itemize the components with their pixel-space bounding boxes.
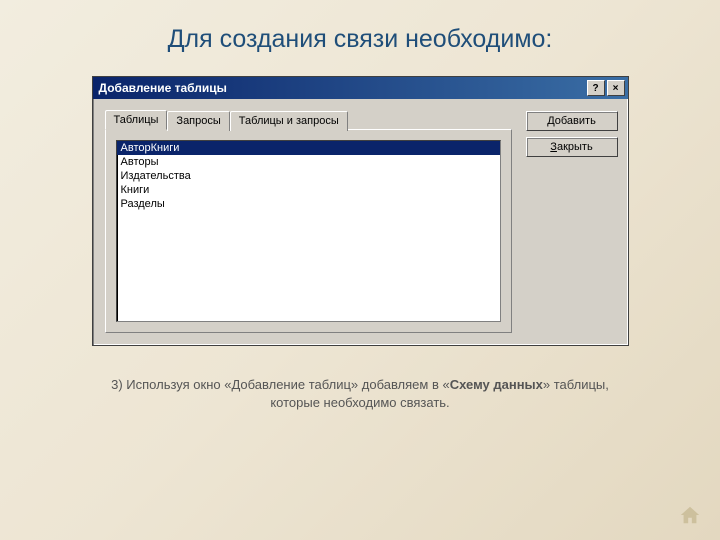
help-button[interactable]: ? bbox=[587, 80, 605, 96]
slide-caption: 3) Используя окно «Добавление таблиц» до… bbox=[100, 376, 620, 412]
list-item[interactable]: АвторКниги bbox=[117, 141, 500, 155]
slide-title: Для создания связи необходимо: bbox=[0, 0, 720, 66]
close-button[interactable]: × bbox=[607, 80, 625, 96]
tab-panel: АвторКниги Авторы Издательства Книги Раз… bbox=[105, 129, 512, 333]
home-icon[interactable] bbox=[678, 504, 702, 526]
tab-tables[interactable]: Таблицы bbox=[105, 110, 168, 130]
tab-queries[interactable]: Запросы bbox=[167, 111, 229, 131]
button-label-rest: акрыть bbox=[557, 141, 593, 153]
tab-both[interactable]: Таблицы и запросы bbox=[230, 111, 348, 131]
button-accel: Д bbox=[547, 115, 555, 127]
dialog-add-table: Добавление таблицы ? × Таблицы Запросы Т… bbox=[92, 76, 629, 346]
dialog-body: Таблицы Запросы Таблицы и запросы АвторК… bbox=[93, 99, 628, 345]
button-accel: З bbox=[550, 141, 557, 153]
list-item[interactable]: Авторы bbox=[117, 155, 500, 169]
dialog-title: Добавление таблицы bbox=[99, 81, 585, 95]
tab-strip: Таблицы Запросы Таблицы и запросы bbox=[105, 109, 512, 129]
list-item[interactable]: Разделы bbox=[117, 197, 500, 211]
button-label-rest: обавить bbox=[555, 115, 596, 127]
close-dialog-button[interactable]: Закрыть bbox=[526, 137, 618, 157]
table-listbox[interactable]: АвторКниги Авторы Издательства Книги Раз… bbox=[116, 140, 501, 322]
titlebar: Добавление таблицы ? × bbox=[93, 77, 628, 99]
list-item[interactable]: Книги bbox=[117, 183, 500, 197]
list-item[interactable]: Издательства bbox=[117, 169, 500, 183]
add-button[interactable]: Добавить bbox=[526, 111, 618, 131]
